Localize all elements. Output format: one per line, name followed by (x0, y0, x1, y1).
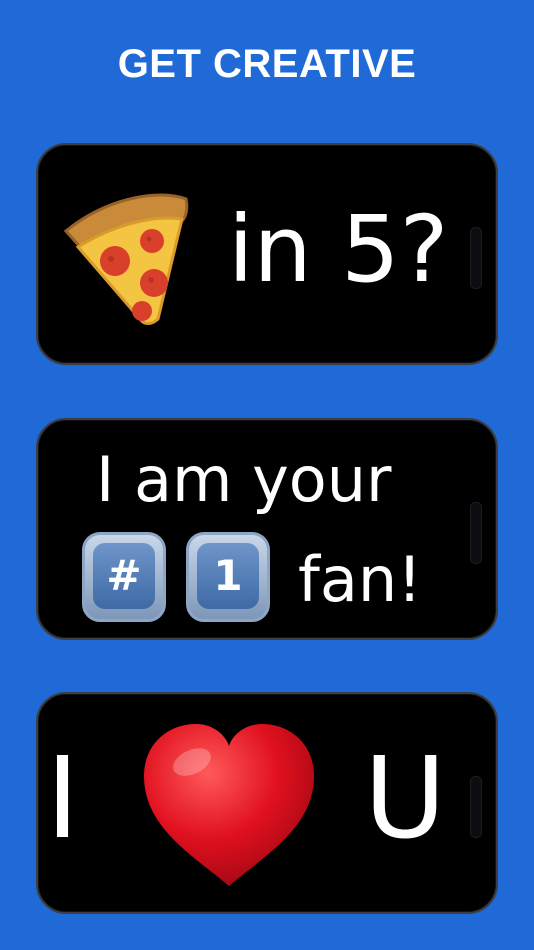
love-text-left: I (46, 734, 80, 864)
keycap-one-icon: 1 (186, 532, 270, 622)
phone-mockup-love: I U (36, 692, 498, 914)
pizza-text: in 5? (228, 196, 449, 303)
pizza-icon (63, 193, 189, 325)
keycap-hash-icon: # (82, 532, 166, 622)
keycap-hash-label: # (93, 543, 155, 609)
heart-icon (144, 724, 314, 886)
keycap-one-label: 1 (197, 543, 259, 609)
fan-text-line2: fan! (298, 543, 422, 616)
phone-side-button (470, 502, 482, 564)
phone-mockup-pizza: in 5? (36, 143, 498, 365)
phone-side-button (470, 227, 482, 289)
headline: GET CREATIVE (117, 42, 417, 86)
love-text-right: U (364, 734, 446, 864)
fan-text-line1: I am your (96, 443, 392, 516)
phone-side-button (470, 776, 482, 838)
phone-mockup-fan: I am your # 1 fan! (36, 418, 498, 640)
